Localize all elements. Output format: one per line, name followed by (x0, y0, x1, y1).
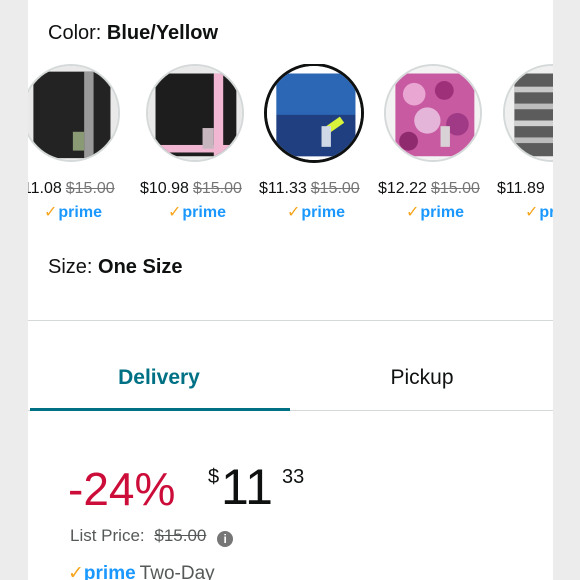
swatch-price-line: $11.33 $15.00 (259, 180, 360, 198)
color-swatch-option[interactable]: $10.98 $15.00 ✓prime (140, 64, 250, 224)
active-tab-indicator (30, 408, 290, 411)
swatch-list-price: $15.00 (310, 180, 360, 197)
swatch-price-line: $11.89 (497, 180, 545, 198)
prime-shipping-row: ✓prime Two-Day (68, 562, 215, 580)
info-icon[interactable]: i (217, 531, 234, 547)
selected-size: One Size (98, 256, 183, 278)
swatch-price-line: $12.22 $15.00 (378, 180, 480, 198)
swatch-image (28, 64, 120, 162)
color-swatch-option-selected[interactable]: $11.33 $15.00 ✓prime (259, 64, 369, 224)
size-label: Size: (48, 256, 93, 278)
shipping-speed: Two-Day (139, 563, 215, 580)
tab-pickup[interactable]: Pickup (291, 366, 553, 390)
prime-check-icon: ✓ (68, 563, 84, 580)
list-price-value: $15.00 (154, 526, 207, 545)
prime-check-icon: ✓ (287, 204, 301, 221)
price-currency: $ (208, 466, 220, 488)
prime-check-icon: ✓ (406, 204, 420, 221)
swatch-price: $11.08 (28, 180, 62, 197)
prime-badge: ✓prime (406, 204, 464, 221)
list-price-row: List Price: $15.00 i (70, 526, 234, 547)
prime-check-icon: ✓ (525, 204, 539, 221)
prime-check-icon: ✓ (44, 204, 58, 221)
swatch-price: $10.98 (140, 180, 189, 197)
swatch-image (503, 64, 553, 162)
prime-check-icon: ✓ (168, 204, 182, 221)
price-whole: 11 (221, 459, 273, 515)
swatch-list-price: $15.00 (192, 180, 242, 197)
color-label: Color: (48, 22, 102, 44)
color-swatch-option[interactable]: $12.22 $15.00 ✓prime (378, 64, 488, 224)
swatch-price: $11.89 (497, 180, 545, 197)
swatch-image (146, 64, 244, 162)
prime-badge: ✓prime (525, 204, 553, 221)
price-fraction: 33 (282, 466, 305, 488)
selected-color: Blue/Yellow (106, 22, 219, 44)
swatch-price-line: $10.98 $15.00 (140, 180, 242, 198)
swatch-price: $12.22 (378, 180, 427, 197)
prime-badge: ✓prime (287, 204, 345, 221)
color-label-row: Color: Blue/Yellow (48, 22, 218, 45)
swatch-image (384, 64, 482, 162)
swatch-list-price: $15.00 (65, 180, 115, 197)
swatch-price: $11.33 (259, 180, 307, 197)
prime-logo: prime (83, 563, 136, 580)
swatch-image (264, 64, 364, 163)
discount-percent: -24% (68, 463, 176, 515)
prime-badge: ✓prime (168, 204, 226, 221)
tab-delivery[interactable]: Delivery (28, 366, 290, 390)
list-price-label: List Price: (70, 526, 145, 545)
size-label-row: Size: One Size (48, 256, 183, 279)
section-divider (28, 320, 553, 321)
prime-badge: ✓prime (44, 204, 102, 221)
color-swatch-carousel[interactable]: $11.08$15.00 ✓prime $10.98$15.00 ✓prime (28, 64, 553, 224)
color-swatch-option[interactable]: $11.08$15.00 ✓prime (28, 64, 126, 224)
color-swatch-option[interactable]: $11.89 ✓prime (497, 64, 553, 224)
swatch-price-line: $11.08$15.00 (28, 180, 115, 198)
product-options-card: Color: Blue/Yellow $11.08$15.00 ✓prime (28, 0, 553, 580)
swatch-list-price: $15.00 (430, 180, 480, 197)
